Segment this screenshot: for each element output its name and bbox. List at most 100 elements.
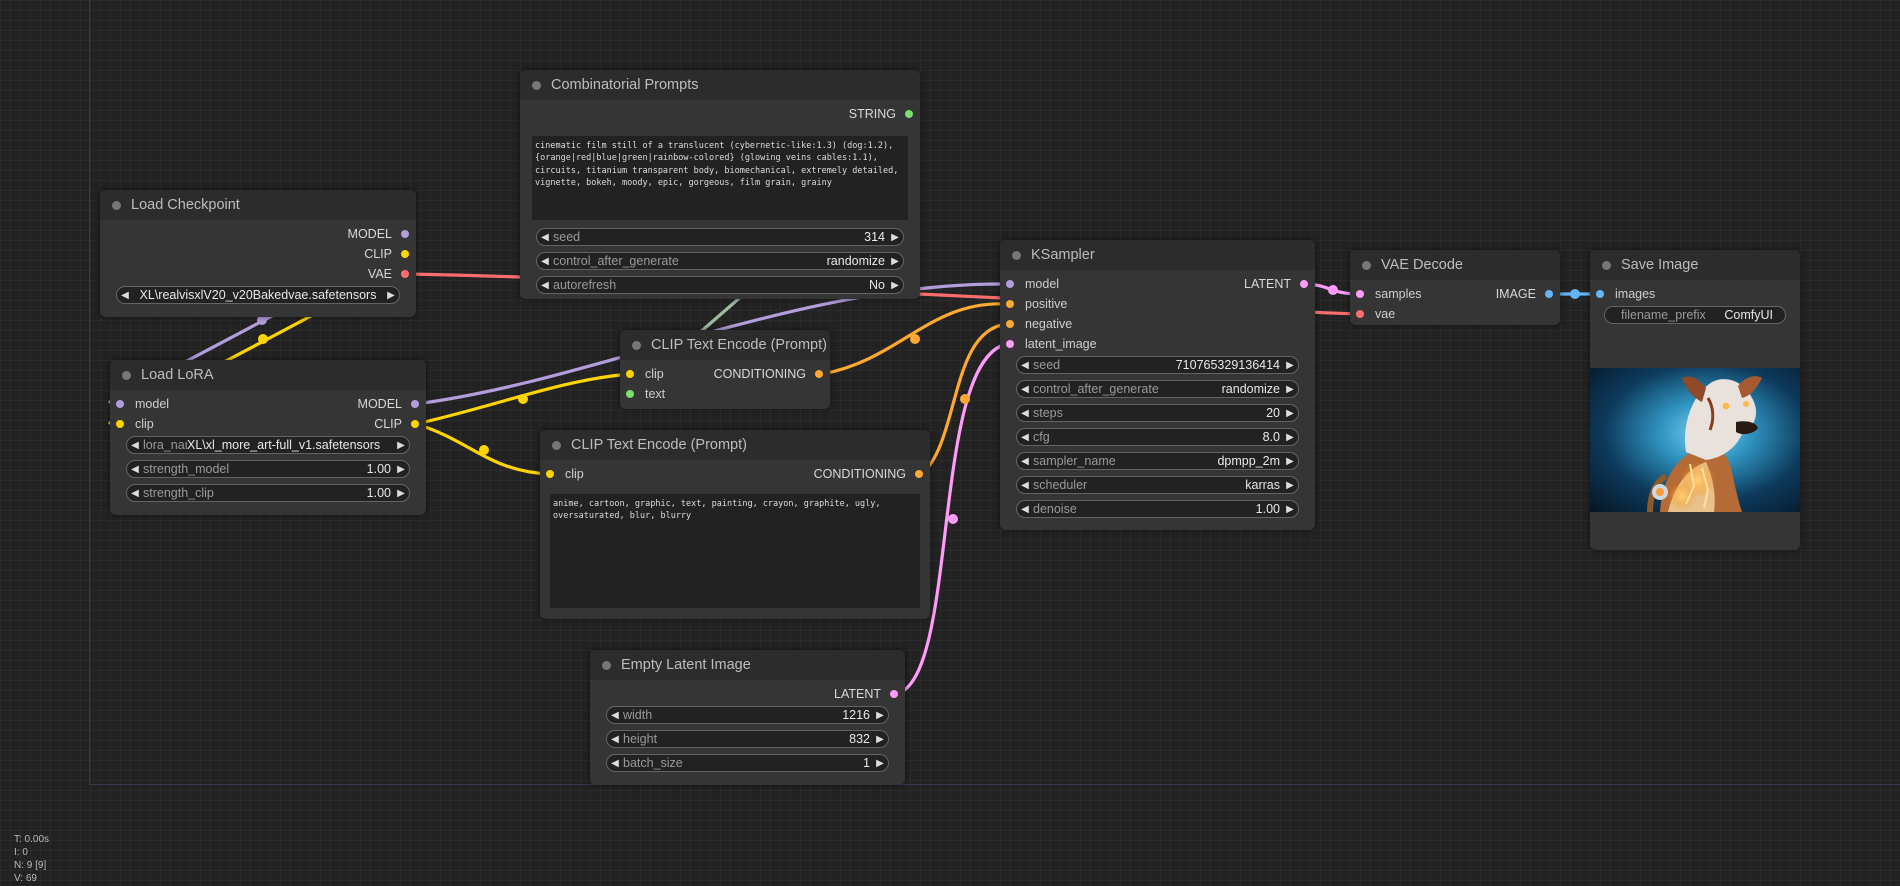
input-slot-samples[interactable]: samples bbox=[1356, 284, 1422, 304]
arrow-left-icon[interactable]: ◀ bbox=[1017, 480, 1033, 491]
node-load-lora[interactable]: Load LoRA model clip MODEL CLIP ◀ lora_n… bbox=[110, 360, 426, 515]
arrow-left-icon[interactable]: ◀ bbox=[607, 758, 623, 769]
node-title[interactable]: Combinatorial Prompts bbox=[520, 70, 920, 100]
input-slot-latent-image[interactable]: latent_image bbox=[1006, 334, 1097, 354]
output-slot-clip[interactable]: CLIP bbox=[364, 244, 409, 264]
slot-dot-icon[interactable] bbox=[546, 470, 554, 478]
input-slot-model[interactable]: model bbox=[116, 394, 169, 414]
node-title[interactable]: Load LoRA bbox=[110, 360, 426, 390]
arrow-right-icon[interactable]: ▶ bbox=[887, 232, 903, 243]
arrow-left-icon[interactable]: ◀ bbox=[537, 256, 553, 267]
input-slot-negative[interactable]: negative bbox=[1006, 314, 1072, 334]
arrow-left-icon[interactable]: ◀ bbox=[1017, 456, 1033, 467]
arrow-left-icon[interactable]: ◀ bbox=[1017, 504, 1033, 515]
node-clip-text-encode-negative[interactable]: CLIP Text Encode (Prompt) clip CONDITION… bbox=[540, 430, 930, 619]
denoise-number[interactable]: ◀ denoise 1.00 ▶ bbox=[1016, 500, 1299, 518]
input-slot-vae[interactable]: vae bbox=[1356, 304, 1395, 324]
collapse-dot-icon[interactable] bbox=[1602, 260, 1611, 270]
output-slot-image[interactable]: IMAGE bbox=[1496, 284, 1553, 304]
cfg-number[interactable]: ◀ cfg 8.0 ▶ bbox=[1016, 428, 1299, 446]
filename-prefix-text[interactable]: filename_prefix ComfyUI bbox=[1604, 306, 1786, 324]
arrow-right-icon[interactable]: ▶ bbox=[1282, 504, 1298, 515]
arrow-right-icon[interactable]: ▶ bbox=[383, 290, 399, 301]
arrow-right-icon[interactable]: ▶ bbox=[1282, 384, 1298, 395]
arrow-right-icon[interactable]: ▶ bbox=[393, 464, 409, 475]
control-after-generate-combo[interactable]: ◀ control_after_generate randomize ▶ bbox=[1016, 380, 1299, 398]
slot-dot-icon[interactable] bbox=[1006, 320, 1014, 328]
arrow-right-icon[interactable]: ▶ bbox=[1282, 480, 1298, 491]
collapse-dot-icon[interactable] bbox=[532, 80, 541, 90]
node-title[interactable]: KSampler bbox=[1000, 240, 1315, 270]
output-slot-vae[interactable]: VAE bbox=[368, 264, 409, 284]
output-slot-latent[interactable]: LATENT bbox=[1244, 274, 1308, 294]
arrow-right-icon[interactable]: ▶ bbox=[872, 734, 888, 745]
output-slot-model[interactable]: MODEL bbox=[348, 224, 409, 244]
node-title[interactable]: Empty Latent Image bbox=[590, 650, 905, 680]
slot-dot-icon[interactable] bbox=[1545, 290, 1553, 298]
slot-dot-icon[interactable] bbox=[1356, 310, 1364, 318]
arrow-right-icon[interactable]: ▶ bbox=[872, 758, 888, 769]
negative-prompt-textarea[interactable]: anime, cartoon, graphic, text, painting,… bbox=[550, 494, 920, 608]
arrow-left-icon[interactable]: ◀ bbox=[1017, 384, 1033, 395]
collapse-dot-icon[interactable] bbox=[1012, 250, 1021, 260]
node-combinatorial-prompts[interactable]: Combinatorial Prompts STRING cinematic f… bbox=[520, 70, 920, 299]
arrow-right-icon[interactable]: ▶ bbox=[1282, 360, 1298, 371]
slot-dot-icon[interactable] bbox=[116, 400, 124, 408]
scheduler-combo[interactable]: ◀ scheduler karras ▶ bbox=[1016, 476, 1299, 494]
strength-model-number[interactable]: ◀ strength_model 1.00 ▶ bbox=[126, 460, 410, 478]
node-load-checkpoint[interactable]: Load Checkpoint MODEL CLIP VAE ◀ XL\real… bbox=[100, 190, 416, 317]
arrow-right-icon[interactable]: ▶ bbox=[887, 280, 903, 291]
input-slot-positive[interactable]: positive bbox=[1006, 294, 1067, 314]
seed-number[interactable]: ◀ seed 314 ▶ bbox=[536, 228, 904, 246]
output-slot-string[interactable]: STRING bbox=[849, 104, 913, 124]
arrow-left-icon[interactable]: ◀ bbox=[127, 440, 143, 451]
arrow-left-icon[interactable]: ◀ bbox=[607, 734, 623, 745]
arrow-left-icon[interactable]: ◀ bbox=[1017, 360, 1033, 371]
arrow-left-icon[interactable]: ◀ bbox=[127, 488, 143, 499]
collapse-dot-icon[interactable] bbox=[122, 370, 131, 380]
slot-dot-icon[interactable] bbox=[905, 110, 913, 118]
arrow-right-icon[interactable]: ▶ bbox=[887, 256, 903, 267]
collapse-dot-icon[interactable] bbox=[112, 200, 121, 210]
node-title[interactable]: CLIP Text Encode (Prompt) bbox=[540, 430, 930, 460]
slot-dot-icon[interactable] bbox=[626, 370, 634, 378]
height-number[interactable]: ◀ height 832 ▶ bbox=[606, 730, 889, 748]
steps-number[interactable]: ◀ steps 20 ▶ bbox=[1016, 404, 1299, 422]
slot-dot-icon[interactable] bbox=[626, 390, 634, 398]
slot-dot-icon[interactable] bbox=[915, 470, 923, 478]
arrow-left-icon[interactable]: ◀ bbox=[117, 290, 133, 301]
input-slot-images[interactable]: images bbox=[1596, 284, 1655, 304]
slot-dot-icon[interactable] bbox=[1006, 280, 1014, 288]
node-title[interactable]: CLIP Text Encode (Prompt) bbox=[620, 330, 830, 360]
output-slot-latent[interactable]: LATENT bbox=[834, 684, 898, 704]
strength-clip-number[interactable]: ◀ strength_clip 1.00 ▶ bbox=[126, 484, 410, 502]
arrow-right-icon[interactable]: ▶ bbox=[1282, 456, 1298, 467]
sampler-name-combo[interactable]: ◀ sampler_name dpmpp_2m ▶ bbox=[1016, 452, 1299, 470]
slot-dot-icon[interactable] bbox=[411, 420, 419, 428]
input-slot-clip[interactable]: clip bbox=[626, 364, 664, 384]
input-slot-model[interactable]: model bbox=[1006, 274, 1059, 294]
lora-name-combo[interactable]: ◀ lora_nar XL\xl_more_art-full_v1.safete… bbox=[126, 436, 410, 454]
slot-dot-icon[interactable] bbox=[401, 250, 409, 258]
output-slot-conditioning[interactable]: CONDITIONING bbox=[814, 464, 923, 484]
slot-dot-icon[interactable] bbox=[401, 230, 409, 238]
slot-dot-icon[interactable] bbox=[116, 420, 124, 428]
width-number[interactable]: ◀ width 1216 ▶ bbox=[606, 706, 889, 724]
collapse-dot-icon[interactable] bbox=[602, 660, 611, 670]
slot-dot-icon[interactable] bbox=[1356, 290, 1364, 298]
slot-dot-icon[interactable] bbox=[1596, 290, 1604, 298]
node-graph-canvas[interactable]: Load Checkpoint MODEL CLIP VAE ◀ XL\real… bbox=[0, 0, 1900, 886]
control-after-generate-combo[interactable]: ◀ control_after_generate randomize ▶ bbox=[536, 252, 904, 270]
slot-dot-icon[interactable] bbox=[1006, 340, 1014, 348]
node-empty-latent-image[interactable]: Empty Latent Image LATENT ◀ width 1216 ▶… bbox=[590, 650, 905, 785]
output-slot-model[interactable]: MODEL bbox=[358, 394, 419, 414]
output-slot-conditioning[interactable]: CONDITIONING bbox=[714, 364, 823, 384]
slot-dot-icon[interactable] bbox=[890, 690, 898, 698]
autorefresh-combo[interactable]: ◀ autorefresh No ▶ bbox=[536, 276, 904, 294]
arrow-left-icon[interactable]: ◀ bbox=[1017, 432, 1033, 443]
arrow-left-icon[interactable]: ◀ bbox=[537, 232, 553, 243]
arrow-left-icon[interactable]: ◀ bbox=[537, 280, 553, 291]
input-slot-text[interactable]: text bbox=[626, 384, 665, 404]
collapse-dot-icon[interactable] bbox=[552, 440, 561, 450]
arrow-right-icon[interactable]: ▶ bbox=[1282, 432, 1298, 443]
